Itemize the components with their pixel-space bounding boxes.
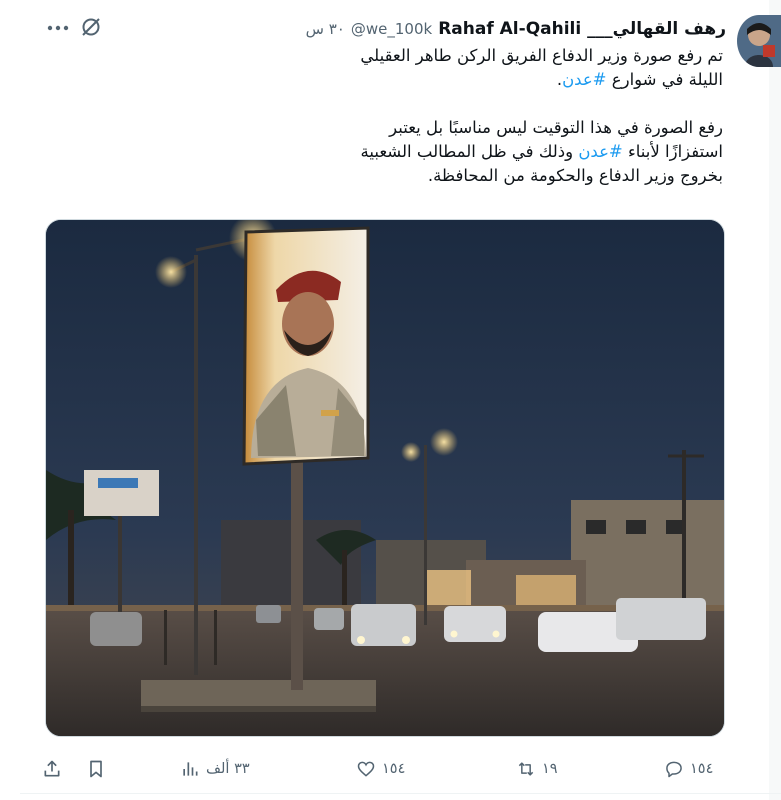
- share-icon: [44, 760, 60, 777]
- bookmark-button[interactable]: [86, 759, 106, 779]
- views-button[interactable]: ٣٣ ألف: [180, 759, 250, 779]
- bookmark-icon: [90, 760, 102, 778]
- more-dots-icon: [47, 25, 69, 31]
- tweet-time[interactable]: ٣٠ س: [306, 20, 345, 38]
- divider: [20, 793, 781, 794]
- tweet-header: ٣٠ س @we_100k Rahaf Al-Qahili ___رهف الق…: [306, 18, 726, 40]
- hashtag-link[interactable]: #عدن: [578, 142, 622, 161]
- views-chart-icon: [183, 762, 198, 776]
- reply-icon: [666, 761, 682, 778]
- right-panel-edge: [769, 0, 781, 800]
- display-name[interactable]: Rahaf Al-Qahili ___رهف القهالي: [438, 19, 726, 39]
- like-button[interactable]: ١٥٤: [356, 759, 405, 779]
- grok-button[interactable]: [79, 15, 103, 39]
- likes-count: ١٥٤: [382, 761, 406, 777]
- tweet-paragraph-2: رفع الصورة في هذا التوقيت ليس مناسبًا بل…: [360, 118, 723, 185]
- reposts-count: ١٩: [542, 761, 558, 777]
- tweet-paragraph-1: تم رفع صورة وزير الدفاع الفريق الركن طاه…: [360, 46, 723, 89]
- heart-icon: [357, 761, 375, 777]
- repost-button[interactable]: ١٩: [516, 759, 558, 779]
- avatar[interactable]: [737, 15, 781, 67]
- user-handle[interactable]: @we_100k: [351, 20, 432, 38]
- replies-count: ١٥٤: [690, 761, 714, 777]
- tweet-action-bar: ٣٣ ألف ١٥٤ ١٩ ١٥٤: [0, 757, 781, 783]
- grok-icon: [82, 18, 100, 36]
- views-count: ٣٣ ألف: [206, 761, 250, 777]
- more-options-button[interactable]: [45, 18, 71, 38]
- hashtag-link[interactable]: #عدن: [562, 70, 606, 89]
- share-button[interactable]: [42, 759, 62, 779]
- tweet-media-image[interactable]: [45, 219, 725, 737]
- repost-icon: [518, 762, 534, 776]
- reply-button[interactable]: ١٥٤: [664, 759, 713, 779]
- tweet-text: تم رفع صورة وزير الدفاع الفريق الركن طاه…: [283, 44, 723, 188]
